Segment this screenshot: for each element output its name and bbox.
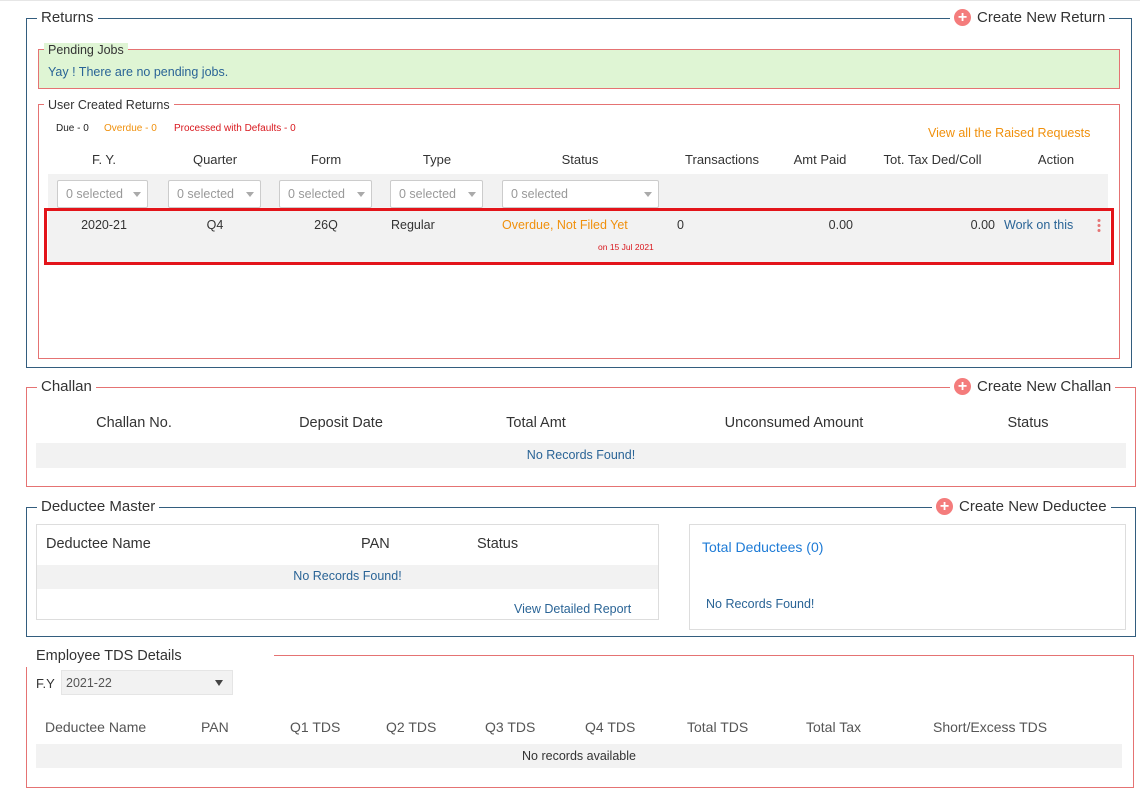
row-fy: 2020-21 — [81, 218, 127, 232]
col-form: Form — [310, 152, 342, 167]
processed-defaults-count: Processed with Defaults - 0 — [174, 123, 296, 134]
plus-icon: + — [954, 9, 971, 26]
filter-fy-select[interactable]: 0 selected — [57, 180, 148, 208]
col-deductee-status: Status — [477, 536, 519, 552]
deductee-title: Deductee Master — [37, 498, 160, 515]
total-deductees-empty: No Records Found! — [706, 597, 815, 611]
col-total-amt: Total Amt — [506, 415, 566, 431]
filter-fy-value: 0 selected — [66, 187, 123, 201]
challan-empty-message: No Records Found! — [526, 448, 636, 462]
chevron-down-icon — [246, 192, 254, 197]
col-total-tax: Total Tax — [806, 719, 861, 735]
create-new-deductee-label: Create New Deductee — [959, 498, 1107, 515]
col-q4-tds: Q4 TDS — [585, 719, 636, 735]
pending-jobs-title: Pending Jobs — [44, 43, 128, 57]
deductee-empty-message: No Records Found! — [293, 569, 402, 583]
col-status: Status — [561, 152, 599, 167]
chevron-down-icon — [644, 192, 652, 197]
col-total-tds: Total TDS — [687, 719, 749, 735]
row-type: Regular — [391, 218, 435, 232]
filter-status-select[interactable]: 0 selected — [502, 180, 659, 208]
col-deductee-pan: PAN — [361, 536, 390, 552]
create-new-challan-button[interactable]: + Create New Challan — [950, 378, 1116, 395]
returns-title: Returns — [37, 9, 98, 26]
col-amt-paid: Amt Paid — [793, 152, 847, 167]
total-deductees-link[interactable]: Total Deductees (0) — [702, 539, 823, 555]
col-deductee-name: Deductee Name — [46, 536, 151, 552]
overdue-count: Overdue - 0 — [104, 123, 157, 134]
employee-tds-title: Employee TDS Details — [36, 648, 182, 664]
col-type: Type — [422, 152, 452, 167]
due-count: Due - 0 — [56, 123, 89, 134]
col-unconsumed-amount: Unconsumed Amount — [724, 415, 864, 431]
filter-type-value: 0 selected — [399, 187, 456, 201]
fy-select-value: 2021-22 — [66, 676, 112, 690]
row-quarter: Q4 — [206, 218, 224, 232]
view-detailed-report-link[interactable]: View Detailed Report — [514, 602, 631, 616]
chevron-down-icon — [357, 192, 365, 197]
row-tot-tax: 0.00 — [970, 218, 995, 232]
col-emp-deductee-name: Deductee Name — [45, 719, 147, 735]
row-transactions: 0 — [677, 218, 684, 232]
fy-label: F.Y — [36, 676, 55, 691]
challan-title: Challan — [37, 378, 96, 395]
create-new-return-label: Create New Return — [977, 9, 1106, 26]
col-fy: F. Y. — [91, 152, 117, 167]
plus-icon: + — [936, 498, 953, 515]
create-new-challan-label: Create New Challan — [977, 378, 1112, 395]
filter-type-select[interactable]: 0 selected — [390, 180, 483, 208]
filter-form-select[interactable]: 0 selected — [279, 180, 372, 208]
filter-status-value: 0 selected — [511, 187, 568, 201]
plus-icon: + — [954, 378, 971, 395]
create-new-deductee-button[interactable]: + Create New Deductee — [932, 498, 1111, 515]
filter-quarter-select[interactable]: 0 selected — [168, 180, 261, 208]
filter-form-value: 0 selected — [288, 187, 345, 201]
col-q2-tds: Q2 TDS — [386, 719, 437, 735]
col-deposit-date: Deposit Date — [299, 415, 383, 431]
col-q3-tds: Q3 TDS — [485, 719, 536, 735]
create-new-return-button[interactable]: + Create New Return — [950, 9, 1110, 26]
highlight-box — [44, 208, 1114, 265]
col-quarter: Quarter — [192, 152, 238, 167]
pending-jobs-message: Yay ! There are no pending jobs. — [48, 65, 229, 79]
employee-empty-message: No records available — [522, 749, 636, 763]
more-options-icon[interactable] — [1096, 218, 1102, 234]
col-transactions: Transactions — [685, 152, 759, 167]
chevron-down-icon — [133, 192, 141, 197]
top-divider — [0, 0, 1140, 1]
col-q1-tds: Q1 TDS — [290, 719, 341, 735]
col-short-excess-tds: Short/Excess TDS — [933, 719, 1048, 735]
view-raised-requests-link[interactable]: View all the Raised Requests — [928, 126, 1090, 140]
col-action: Action — [1037, 152, 1075, 167]
challan-panel — [26, 387, 1136, 487]
col-tot-tax: Tot. Tax Ded/Coll — [883, 152, 982, 167]
row-form: 26Q — [314, 218, 338, 232]
chevron-down-icon — [468, 192, 476, 197]
col-challan-no: Challan No. — [96, 415, 172, 431]
col-challan-status: Status — [1007, 415, 1049, 431]
row-amt-paid: 0.00 — [828, 218, 853, 232]
filter-quarter-value: 0 selected — [177, 187, 234, 201]
row-status-date: on 15 Jul 2021 — [598, 242, 654, 252]
user-created-returns-title: User Created Returns — [44, 98, 174, 112]
work-on-this-link[interactable]: Work on this — [1004, 218, 1073, 232]
col-emp-pan: PAN — [201, 719, 229, 735]
row-status: Overdue, Not Filed Yet — [502, 218, 628, 232]
chevron-down-icon — [215, 680, 223, 686]
fy-select[interactable]: 2021-22 — [61, 670, 233, 695]
